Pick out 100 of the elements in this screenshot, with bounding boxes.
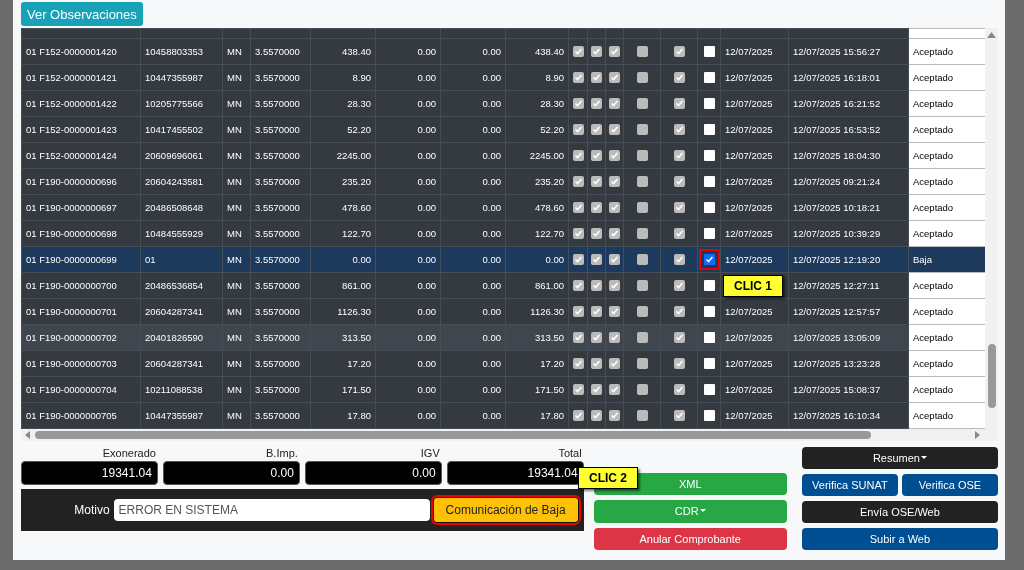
table-cell: 12/07/2025 bbox=[720, 168, 789, 195]
checkbox[interactable] bbox=[703, 410, 715, 422]
table-cell: 1126.30 bbox=[505, 298, 569, 325]
table-cell: Baja bbox=[908, 246, 986, 273]
table-cell: 0.00 bbox=[440, 376, 506, 403]
table-row[interactable]: 01 F152-0000001424 20609696061 MN 3.5570000 2245.00 0.00 0.00 2245.00 12/07/2025 12/07/2025 18:04:30 Aceptado bbox=[21, 142, 986, 169]
table-cell: 3.5570000 bbox=[250, 90, 311, 117]
checkbox[interactable] bbox=[703, 202, 715, 214]
action-button[interactable]: Subir a Web bbox=[801, 528, 998, 550]
action-button[interactable]: Envía OSE/Web bbox=[801, 501, 998, 523]
checkbox[interactable] bbox=[703, 254, 715, 266]
scroll-right-icon[interactable] bbox=[975, 431, 981, 439]
total-field: 0.00 bbox=[304, 461, 442, 485]
table-cell: 20401826590 bbox=[140, 324, 223, 351]
table-cell: 1126.30 bbox=[310, 298, 376, 325]
table-row[interactable]: 01 F190-0000000701 20604287341 MN 3.5570000 1126.30 0.00 0.00 1126.30 12/07/2025 12/07/2025 12:57:57 Aceptado bbox=[21, 298, 986, 325]
table-cell: Aceptado bbox=[908, 116, 986, 143]
table-cell: 12/07/2025 12:27:11 bbox=[788, 272, 909, 299]
table-cell: 12/07/2025 12:57:57 bbox=[788, 298, 909, 325]
table-cell: 10205775566 bbox=[140, 90, 223, 117]
table-row[interactable]: 01 F190-0000000704 10211088538 MN 3.5570000 171.50 0.00 0.00 171.50 12/07/2025 12/07/2025 15:08:37 Aceptado bbox=[21, 376, 986, 403]
table-cell: 0.00 bbox=[440, 64, 506, 91]
scroll-up-icon[interactable] bbox=[987, 32, 996, 38]
table-cell: 0.00 bbox=[440, 142, 506, 169]
table-cell: 12/07/2025 bbox=[720, 142, 789, 169]
table-row[interactable]: 01 F190-0000000698 10484555929 MN 3.5570000 122.70 0.00 0.00 122.70 12/07/2025 12/07/2025 10:39:29 Aceptado bbox=[21, 220, 986, 247]
table-cell: 3.5570000 bbox=[250, 194, 311, 221]
table-cell: 0.00 bbox=[375, 168, 441, 195]
scrollbar-thumb[interactable] bbox=[35, 431, 871, 439]
table-cell: 478.60 bbox=[310, 194, 376, 221]
table-cell: 12/07/2025 bbox=[720, 350, 789, 377]
scroll-left-icon[interactable] bbox=[25, 431, 31, 439]
table-cell: MN bbox=[222, 168, 251, 195]
table-cell: 0.00 bbox=[375, 194, 441, 221]
checkbox[interactable] bbox=[703, 124, 715, 136]
checkbox[interactable] bbox=[703, 228, 715, 240]
table-cell: 0.00 bbox=[440, 38, 506, 65]
table-cell: Aceptado bbox=[908, 272, 986, 299]
table-cell: 12/07/2025 10:18:21 bbox=[788, 194, 909, 221]
checkbox[interactable] bbox=[703, 98, 715, 110]
table-cell: 01 F190-0000000705 bbox=[21, 402, 141, 429]
table-cell: 20609696061 bbox=[140, 142, 223, 169]
table-row[interactable]: 01 F190-0000000697 20486508648 MN 3.5570000 478.60 0.00 0.00 478.60 12/07/2025 12/07/2025 10:18:21 Aceptado bbox=[21, 194, 986, 221]
table-cell: 0.00 bbox=[375, 64, 441, 91]
checkbox[interactable] bbox=[703, 176, 715, 188]
action-button[interactable]: Verifica SUNAT bbox=[801, 474, 898, 496]
total-label: Exonerado bbox=[102, 447, 157, 459]
table-row[interactable]: 01 F190-0000000705 10447355987 MN 3.5570000 17.80 0.00 0.00 17.80 12/07/2025 12/07/2025 16:10:34 Aceptado bbox=[21, 402, 986, 429]
table-cell: 0.00 bbox=[440, 116, 506, 143]
table-row[interactable]: 01 F152-0000001422 10205775566 MN 3.5570000 28.30 0.00 0.00 28.30 12/07/2025 12/07/2025 16:21:52 Aceptado bbox=[21, 90, 986, 117]
checkbox[interactable] bbox=[703, 280, 715, 292]
table-cell: MN bbox=[222, 402, 251, 429]
comunicacion-de-baja-button[interactable]: Comunicación de Baja bbox=[433, 498, 578, 522]
total-label: B.Imp. bbox=[266, 447, 299, 459]
table-cell: 20604243581 bbox=[140, 168, 223, 195]
table-row[interactable]: 01 F190-0000000700 20486536854 MN 3.5570000 861.00 0.00 0.00 861.00 CLIC 1 12/07/2025 12:27:11 Aceptado bbox=[21, 272, 986, 299]
table-cell: Aceptado bbox=[908, 64, 986, 91]
table-cell: 01 F190-0000000699 bbox=[21, 246, 141, 273]
table-cell: 01 F190-0000000704 bbox=[21, 376, 141, 403]
table-cell: 12/07/2025 bbox=[720, 116, 789, 143]
table-cell: 12/07/2025 bbox=[720, 376, 789, 403]
checkbox[interactable] bbox=[703, 384, 715, 396]
table-row[interactable]: 01 F190-0000000699 01 MN 3.5570000 0.00 0.00 0.00 0.00 12/07/2025 12/07/2025 12:19:20 Baja bbox=[21, 246, 986, 273]
checkbox[interactable] bbox=[703, 46, 715, 58]
table-cell: Aceptado bbox=[908, 350, 986, 377]
table-cell: 12/07/2025 16:18:01 bbox=[788, 64, 909, 91]
action-button[interactable]: Resumen bbox=[801, 447, 998, 469]
table-cell: 20486508648 bbox=[140, 194, 223, 221]
table-cell: 10458803353 bbox=[140, 38, 223, 65]
table-cell: 12/07/2025 bbox=[720, 246, 789, 273]
table-row[interactable]: 01 F152-0000001423 10417455502 MN 3.5570000 52.20 0.00 0.00 52.20 12/07/2025 12/07/2025 16:53:52 Aceptado bbox=[21, 116, 986, 143]
checkbox[interactable] bbox=[703, 306, 715, 318]
table-row[interactable]: 01 F152-0000001420 10458803353 MN 3.5570000 438.40 0.00 0.00 438.40 12/07/2025 12/07/2025 15:56:27 Aceptado bbox=[21, 38, 986, 65]
table-row[interactable]: 01 F190-0000000703 20604287341 MN 3.5570000 17.20 0.00 0.00 17.20 12/07/2025 12/07/2025 13:23:28 Aceptado bbox=[21, 350, 986, 377]
checkbox[interactable] bbox=[703, 72, 715, 84]
table-cell: 3.5570000 bbox=[250, 168, 311, 195]
action-button[interactable]: Anular Comprobante bbox=[593, 527, 787, 550]
checkbox[interactable] bbox=[703, 358, 715, 370]
table-cell: 3.5570000 bbox=[250, 64, 311, 91]
table-row[interactable]: 01 F190-0000000702 20401826590 MN 3.5570000 313.50 0.00 0.00 313.50 12/07/2025 12/07/2025 13:05:09 Aceptado bbox=[21, 324, 986, 351]
scrollbar-thumb[interactable] bbox=[987, 344, 996, 408]
table-cell: 28.30 bbox=[310, 90, 376, 117]
table-cell: MN bbox=[222, 116, 251, 143]
table-cell: 8.90 bbox=[505, 64, 569, 91]
table-cell: Aceptado bbox=[908, 194, 986, 221]
table-cell: 01 F190-0000000701 bbox=[21, 298, 141, 325]
table-cell: 2245.00 bbox=[505, 142, 569, 169]
table-cell: MN bbox=[222, 194, 251, 221]
table-cell: Aceptado bbox=[908, 220, 986, 247]
table-cell: 12/07/2025 16:10:34 bbox=[788, 402, 909, 429]
checkbox[interactable] bbox=[703, 150, 715, 162]
motivo-field[interactable]: ERROR EN SISTEMA bbox=[113, 499, 430, 521]
table-row[interactable]: 01 F190-0000000696 20604243581 MN 3.5570000 235.20 0.00 0.00 235.20 12/07/2025 12/07/2025 09:21:24 Aceptado bbox=[21, 168, 986, 195]
table-cell: 0.00 bbox=[375, 376, 441, 403]
checkbox[interactable] bbox=[703, 332, 715, 344]
table-cell: 3.5570000 bbox=[250, 116, 311, 143]
action-button[interactable]: Verifica OSE bbox=[901, 474, 998, 496]
table-row[interactable]: 01 F152-0000001421 10447355987 MN 3.5570000 8.90 0.00 0.00 8.90 12/07/2025 12/07/2025 16:18:01 Aceptado bbox=[21, 64, 986, 91]
table-cell: 12/07/2025 12:19:20 bbox=[788, 246, 909, 273]
table-cell: 438.40 bbox=[310, 38, 376, 65]
